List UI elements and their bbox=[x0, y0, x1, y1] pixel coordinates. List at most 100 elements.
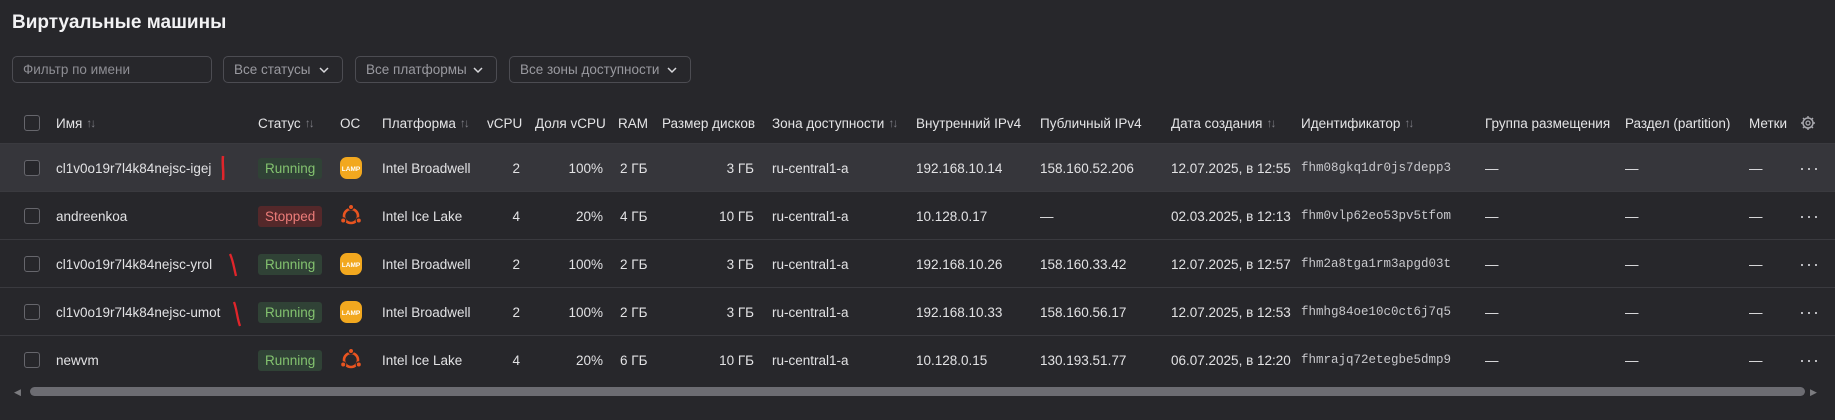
status-cell: Stopped bbox=[258, 192, 323, 240]
column-header-disk: Размер дисков bbox=[662, 115, 756, 131]
os-cell: LAMP bbox=[339, 288, 363, 336]
horizontal-scrollbar[interactable] bbox=[16, 387, 1816, 396]
more-actions-icon[interactable]: ··· bbox=[1799, 144, 1820, 192]
vcpu-share-cell: 20% bbox=[575, 352, 603, 368]
column-header-status[interactable]: Статус ↑↓ bbox=[258, 112, 315, 134]
vcpu-cell: 2 bbox=[512, 304, 520, 320]
vm-name-link[interactable]: cl1v0o19r7l4k84nejsc-yrol bbox=[56, 240, 212, 288]
more-actions-icon[interactable]: ··· bbox=[1799, 288, 1820, 336]
column-header-created[interactable]: Дата создания ↑↓ bbox=[1171, 112, 1277, 134]
status-cell: Running bbox=[258, 288, 323, 336]
ubuntu-icon bbox=[339, 348, 362, 369]
vcpu-cell: 4 bbox=[512, 208, 520, 224]
table-row[interactable]: cl1v0o19r7l4k84nejsc-igej Running LAMP I… bbox=[0, 143, 1835, 191]
status-cell: Running bbox=[258, 336, 323, 384]
red-annotation-mark bbox=[232, 301, 242, 327]
column-header-id[interactable]: Идентификатор ↑↓ bbox=[1301, 112, 1414, 134]
vm-name-link[interactable]: andreenkoa bbox=[56, 192, 127, 240]
row-checkbox[interactable] bbox=[24, 160, 40, 176]
vm-id-cell: fhm0vlp62eo53pv5tfom bbox=[1301, 209, 1452, 223]
row-checkbox[interactable] bbox=[24, 352, 40, 368]
ram-cell: 2 ГБ bbox=[620, 256, 648, 272]
vcpu-cell: 4 bbox=[512, 352, 520, 368]
select-all-checkbox[interactable] bbox=[24, 115, 40, 131]
lamp-icon: LAMP bbox=[340, 253, 362, 275]
platform-filter-label: Все платформы bbox=[366, 62, 467, 77]
more-actions-icon[interactable]: ··· bbox=[1799, 240, 1820, 288]
table-row[interactable]: andreenkoa Stopped Intel Ice Lake 4 20% … bbox=[0, 191, 1835, 239]
ip-internal-cell: 10.128.0.15 bbox=[916, 352, 988, 368]
ram-cell: 4 ГБ bbox=[620, 208, 648, 224]
row-checkbox[interactable] bbox=[24, 256, 40, 272]
more-actions-icon[interactable]: ··· bbox=[1799, 192, 1820, 240]
column-settings-button[interactable] bbox=[1800, 112, 1816, 134]
lamp-icon: LAMP bbox=[340, 301, 362, 323]
created-cell: 06.07.2025, в 12:20 bbox=[1171, 352, 1291, 368]
column-header-zone[interactable]: Зона доступности ↑↓ bbox=[772, 112, 898, 134]
platform-cell: Intel Broadwell bbox=[382, 256, 471, 272]
vm-name-link[interactable]: cl1v0o19r7l4k84nejsc-igej bbox=[56, 144, 211, 192]
status-badge: Running bbox=[258, 253, 323, 275]
placement-cell: — bbox=[1485, 160, 1499, 176]
chevron-down-icon bbox=[473, 67, 483, 74]
svg-text:LAMP: LAMP bbox=[342, 262, 361, 269]
labels-cell: — bbox=[1749, 160, 1763, 176]
status-cell: Running bbox=[258, 240, 323, 288]
column-header-ipv4-public: Публичный IPv4 bbox=[1040, 115, 1142, 131]
table-header: Имя ↑↓ Статус ↑↓ ОС Платформа ↑↓ vCPU Доля … bbox=[0, 112, 1835, 134]
row-checkbox[interactable] bbox=[24, 304, 40, 320]
scrollbar-thumb[interactable] bbox=[30, 387, 1805, 396]
placement-cell: — bbox=[1485, 208, 1499, 224]
ram-cell: 6 ГБ bbox=[620, 352, 648, 368]
ip-internal-cell: 10.128.0.17 bbox=[916, 208, 988, 224]
red-annotation-mark bbox=[228, 253, 238, 277]
more-actions-icon[interactable]: ··· bbox=[1799, 336, 1820, 384]
vcpu-share-cell: 100% bbox=[568, 256, 603, 272]
vm-id-cell: fhm08gkq1dr0js7depp3 bbox=[1301, 161, 1452, 175]
placement-cell: — bbox=[1485, 352, 1499, 368]
row-checkbox[interactable] bbox=[24, 208, 40, 224]
table-row[interactable]: cl1v0o19r7l4k84nejsc-yrol Running LAMP I… bbox=[0, 239, 1835, 287]
column-header-placement: Группа размещения bbox=[1485, 115, 1611, 131]
os-cell bbox=[339, 192, 363, 240]
name-filter-input[interactable] bbox=[23, 62, 201, 77]
partition-cell: — bbox=[1625, 256, 1639, 272]
column-header-platform[interactable]: Платформа ↑↓ bbox=[382, 112, 470, 134]
ip-internal-cell: 192.168.10.33 bbox=[916, 304, 1003, 320]
column-header-vcpu-share: Доля vCPU bbox=[535, 115, 606, 131]
table-row[interactable]: cl1v0o19r7l4k84nejsc-umot Running LAMP I… bbox=[0, 287, 1835, 335]
vm-id-cell: fhmhg84oe10c0ct6j7q5 bbox=[1301, 305, 1452, 319]
partition-cell: — bbox=[1625, 160, 1639, 176]
partition-cell: — bbox=[1625, 304, 1639, 320]
zone-filter-select[interactable]: Все зоны доступности bbox=[509, 56, 691, 83]
os-cell: LAMP bbox=[339, 240, 363, 288]
column-header-labels: Метки bbox=[1749, 115, 1788, 131]
status-filter-select[interactable]: Все статусы bbox=[223, 56, 343, 83]
red-annotation-mark bbox=[221, 155, 225, 181]
sort-icon: ↑↓ bbox=[888, 116, 898, 130]
ram-cell: 2 ГБ bbox=[620, 304, 648, 320]
sort-icon: ↑↓ bbox=[86, 116, 96, 130]
placement-cell: — bbox=[1485, 256, 1499, 272]
lamp-icon: LAMP bbox=[340, 157, 362, 179]
platform-filter-select[interactable]: Все платформы bbox=[355, 56, 497, 83]
column-header-vcpu: vCPU bbox=[487, 115, 523, 131]
ip-public-cell: 158.160.52.206 bbox=[1040, 160, 1134, 176]
disk-cell: 3 ГБ bbox=[726, 160, 754, 176]
vm-name-link[interactable]: cl1v0o19r7l4k84nejsc-umot bbox=[56, 288, 220, 336]
ram-cell: 2 ГБ bbox=[620, 160, 648, 176]
table-row[interactable]: newvm Running Intel Ice Lake 4 20% 6 ГБ … bbox=[0, 335, 1835, 383]
status-badge: Stopped bbox=[258, 205, 323, 227]
column-header-name[interactable]: Имя ↑↓ bbox=[56, 112, 96, 134]
vm-id-cell: fhmrajq72etegbe5dmp9 bbox=[1301, 353, 1452, 367]
labels-cell: — bbox=[1749, 352, 1763, 368]
status-badge: Running bbox=[258, 301, 323, 323]
vm-name-link[interactable]: newvm bbox=[56, 336, 99, 384]
name-filter[interactable] bbox=[12, 56, 212, 83]
labels-cell: — bbox=[1749, 304, 1763, 320]
scroll-right-icon[interactable]: ▶ bbox=[1810, 387, 1817, 398]
zone-filter-label: Все зоны доступности bbox=[520, 62, 660, 77]
vcpu-share-cell: 100% bbox=[568, 304, 603, 320]
created-cell: 02.03.2025, в 12:13 bbox=[1171, 208, 1291, 224]
status-cell: Running bbox=[258, 144, 323, 192]
